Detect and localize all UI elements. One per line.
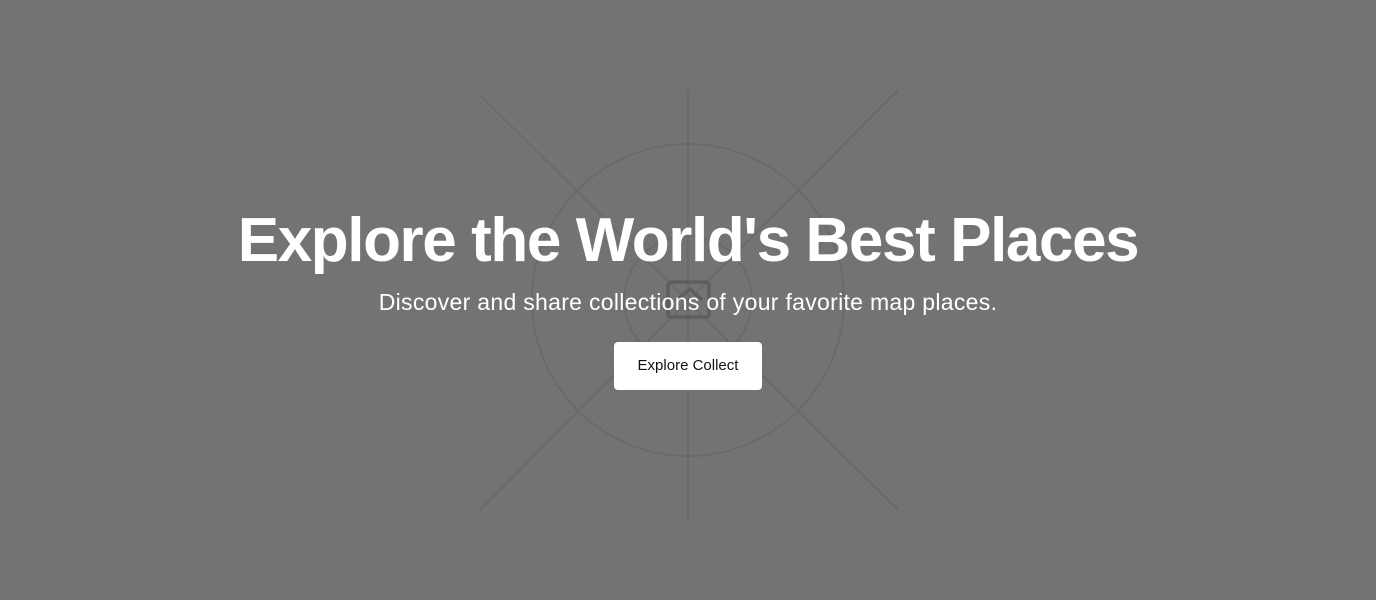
hero-title: Explore the World's Best Places <box>237 206 1140 275</box>
hero-content: Explore the World's Best Places Discover… <box>0 0 1376 600</box>
hero-subtitle: Discover and share collections of your f… <box>378 289 998 315</box>
hero-section: Explore the World's Best Places Discover… <box>0 0 1376 600</box>
explore-collection-button[interactable]: Explore Collect <box>614 342 762 390</box>
